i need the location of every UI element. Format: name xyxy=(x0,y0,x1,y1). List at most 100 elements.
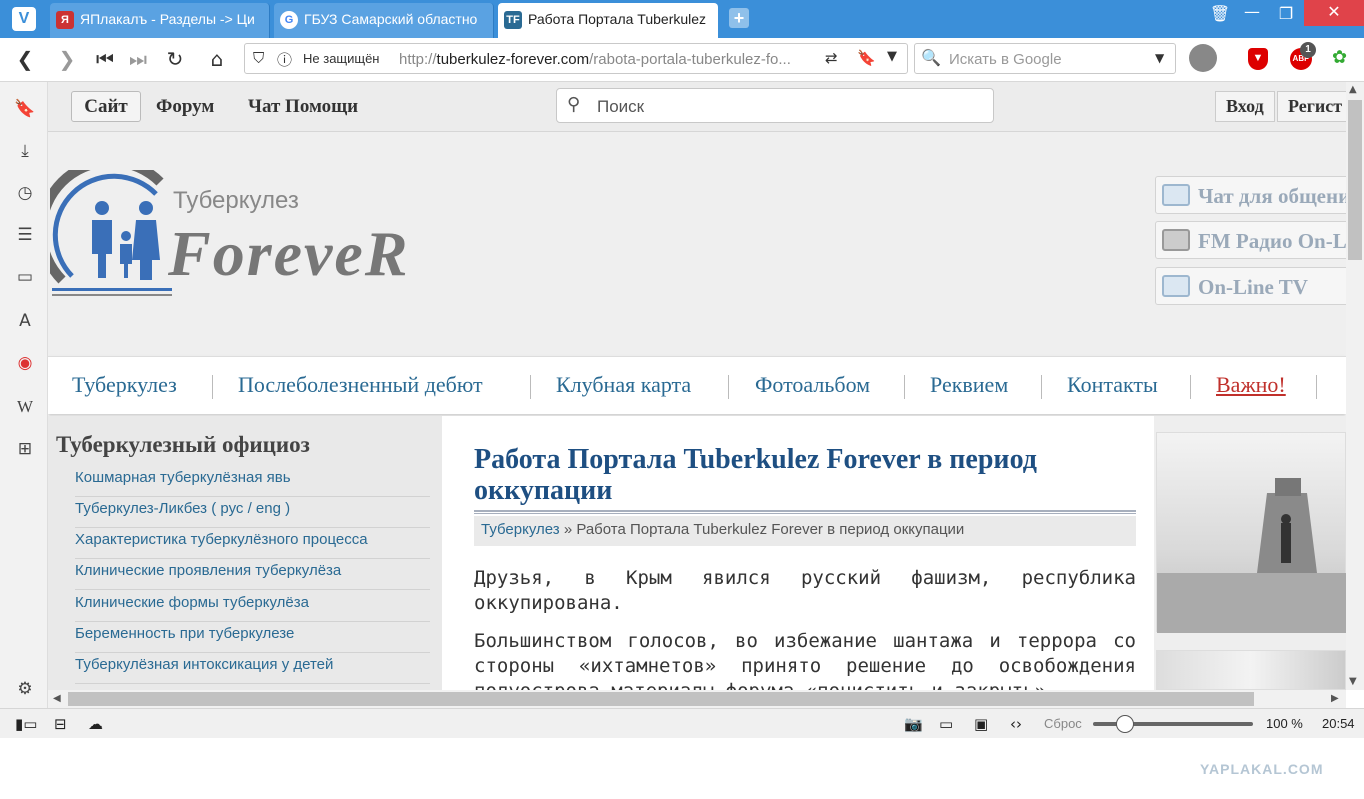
settings-gear-icon[interactable]: ⚙ xyxy=(12,676,38,702)
dropdown-chevron-icon[interactable]: ▼ xyxy=(887,49,897,64)
chat-button[interactable]: Чат для общения xyxy=(1155,176,1346,214)
maximize-button[interactable]: ❐ xyxy=(1266,4,1306,23)
family-logo-icon[interactable] xyxy=(50,170,180,300)
address-field[interactable]: ⛉ ⓘ Не защищён http://tuberkulez-forever… xyxy=(244,43,908,74)
article-paragraph: Большинством голосов, во избежание шанта… xyxy=(474,630,1136,690)
scroll-up-icon[interactable]: ▲ xyxy=(1349,84,1357,95)
images-toggle-icon[interactable]: ▣ xyxy=(974,715,988,733)
search-engine-field[interactable]: 🔍 Искать в Google ▼ xyxy=(914,43,1176,74)
reload-button[interactable]: ↻ xyxy=(162,46,188,72)
vivaldi-panel-icon[interactable]: ◉ xyxy=(12,350,38,376)
shield-extension-icon[interactable]: ▼ xyxy=(1248,48,1268,70)
home-button[interactable]: ⌂ xyxy=(204,46,230,72)
fast-forward-button[interactable]: ⏭ xyxy=(125,46,151,72)
site-main-menu: Туберкулез Послеболезненный дебют Клубна… xyxy=(48,356,1346,414)
site-search-input[interactable]: ⚲ Поиск xyxy=(556,88,994,123)
url-text: http://tuberkulez-forever.com/rabota-por… xyxy=(399,51,791,68)
brand-title[interactable]: ForeveR xyxy=(168,217,410,291)
clock: 20:54 xyxy=(1322,716,1355,731)
zoom-slider-knob[interactable] xyxy=(1116,715,1134,733)
menu-separator xyxy=(1190,375,1191,399)
menu-requiem[interactable]: Реквием xyxy=(930,372,1008,398)
vivaldi-menu-icon[interactable]: V xyxy=(12,7,36,31)
sidebar-title: Туберкулезный официоз xyxy=(56,432,310,457)
yaplakal-favicon-icon: Я xyxy=(56,11,74,29)
site-button[interactable]: Сайт xyxy=(71,91,141,122)
secondary-photo[interactable] xyxy=(1156,650,1346,690)
scroll-left-icon[interactable]: ◀ xyxy=(53,693,61,704)
window-panel-icon[interactable]: ▭ xyxy=(12,264,38,290)
sidebar-link[interactable]: Характеристика туберкулёзного процесса xyxy=(75,528,430,559)
login-button[interactable]: Вход xyxy=(1215,91,1275,122)
bookmark-icon[interactable]: 🔖 xyxy=(857,49,876,67)
wikipedia-panel-icon[interactable]: W xyxy=(12,394,38,420)
scroll-down-icon[interactable]: ▼ xyxy=(1349,676,1357,687)
profile-avatar-icon[interactable] xyxy=(1189,44,1217,72)
submarine-photo[interactable] xyxy=(1156,432,1346,633)
translate-panel-icon[interactable]: A xyxy=(12,308,38,334)
translate-icon[interactable]: ⇄ xyxy=(825,49,838,67)
breadcrumb-home[interactable]: Туберкулез xyxy=(481,521,560,538)
history-panel-icon[interactable]: ◷ xyxy=(12,180,38,206)
panel-toggle-icon[interactable]: ▮▭ xyxy=(15,715,37,733)
side-panel: 🔖 ⤓ ◷ ☰ ▭ A ◉ W ⊞ ⚙ xyxy=(0,82,48,708)
notes-panel-icon[interactable]: ☰ xyxy=(12,222,38,248)
close-window-button[interactable]: ✕ xyxy=(1304,0,1364,26)
bookmarks-panel-icon[interactable]: 🔖 xyxy=(12,96,38,122)
downloads-panel-icon[interactable]: ⤓ xyxy=(12,138,38,164)
page-actions-icon[interactable]: ‹› xyxy=(1010,715,1022,733)
rewind-button[interactable]: ⏮ xyxy=(92,46,118,72)
menu-club-card[interactable]: Клубная карта xyxy=(556,372,691,398)
forum-link[interactable]: Форум xyxy=(156,96,214,118)
sidebar-link[interactable]: Кошмарная туберкулёзная явь xyxy=(75,466,430,497)
sidebar-link[interactable]: Туберкулёзная интоксикация у детей xyxy=(75,653,430,684)
breadcrumb-separator: » xyxy=(563,521,573,538)
site-header: Туберкулез ForeveR Чат для общения FM Ра… xyxy=(48,132,1346,356)
article: Работа Портала Tuberkulez Forever в пери… xyxy=(442,416,1154,690)
tab-gbuz[interactable]: G ГБУЗ Самарский областно xyxy=(274,3,494,38)
tab-tuberkulez[interactable]: TF Работа Портала Tuberkulez xyxy=(498,3,718,38)
online-tv-label: On-Line TV xyxy=(1198,275,1308,299)
chat-help-link[interactable]: Чат Помощи xyxy=(248,96,358,118)
page-tiling-icon[interactable]: ▭ xyxy=(939,715,953,733)
search-icon[interactable]: 🔍 xyxy=(921,48,941,67)
menu-important[interactable]: Важно! xyxy=(1216,372,1286,398)
sidebar-link[interactable]: Клинические проявления туберкулёза xyxy=(75,559,430,590)
new-tab-button[interactable]: + xyxy=(729,8,749,28)
sync-cloud-icon[interactable]: ☁ xyxy=(88,715,103,733)
online-tv-button[interactable]: On-Line TV xyxy=(1155,267,1346,305)
search-dropdown-icon[interactable]: ▼ xyxy=(1155,51,1164,65)
sidebar-link[interactable]: Клинические формы туберкулёза xyxy=(75,591,430,622)
brand-subtitle: Туберкулез xyxy=(173,187,299,214)
fm-radio-button[interactable]: FM Радио On-Line xyxy=(1155,221,1346,259)
tab-yaplakal[interactable]: Я ЯПлакалъ - Разделы -> Ци xyxy=(50,3,270,38)
sidebar-link[interactable]: Беременность при туберкулезе xyxy=(75,622,430,653)
tf-favicon-icon: TF xyxy=(504,11,522,29)
menu-separator xyxy=(212,375,213,399)
menu-separator xyxy=(1316,375,1317,399)
left-sidebar: Туберкулезный официоз Кошмарная туберкул… xyxy=(48,416,442,690)
menu-photo-album[interactable]: Фотоальбом xyxy=(755,372,870,398)
horizontal-scroll-thumb[interactable] xyxy=(68,692,1254,706)
menu-contacts[interactable]: Контакты xyxy=(1067,372,1158,398)
tile-tabs-icon[interactable]: ⊟ xyxy=(54,715,67,733)
shield-icon[interactable]: ⛉ xyxy=(253,49,264,67)
site-search-placeholder: Поиск xyxy=(597,97,645,116)
add-panel-icon[interactable]: ⊞ xyxy=(12,436,38,462)
tab-label: Работа Портала Tuberkulez xyxy=(528,11,707,27)
web-content: Сайт Форум Чат Помощи ⚲ Поиск Вход Регис… xyxy=(48,82,1346,690)
puzzle-extension-icon[interactable]: ✿ xyxy=(1332,47,1347,68)
vertical-scroll-thumb[interactable] xyxy=(1348,100,1362,260)
menu-separator xyxy=(904,375,905,399)
back-button[interactable]: ❮ xyxy=(12,46,38,72)
screenshot-camera-icon[interactable]: 📷 xyxy=(904,715,923,733)
sidebar-link[interactable]: Туберкулез-Ликбез ( рус / eng ) xyxy=(75,497,430,528)
scroll-right-icon[interactable]: ▶ xyxy=(1331,693,1339,704)
info-icon[interactable]: ⓘ xyxy=(277,49,292,70)
menu-tuberkulez[interactable]: Туберкулез xyxy=(72,372,177,398)
register-button[interactable]: Регист xyxy=(1277,91,1346,122)
menu-debut[interactable]: Послеболезненный дебют xyxy=(238,372,483,398)
forward-button[interactable]: ❯ xyxy=(54,46,80,72)
breadcrumb-current: Работа Портала Tuberkulez Forever в пери… xyxy=(576,521,965,538)
zoom-reset-button[interactable]: Сброс xyxy=(1044,716,1082,731)
